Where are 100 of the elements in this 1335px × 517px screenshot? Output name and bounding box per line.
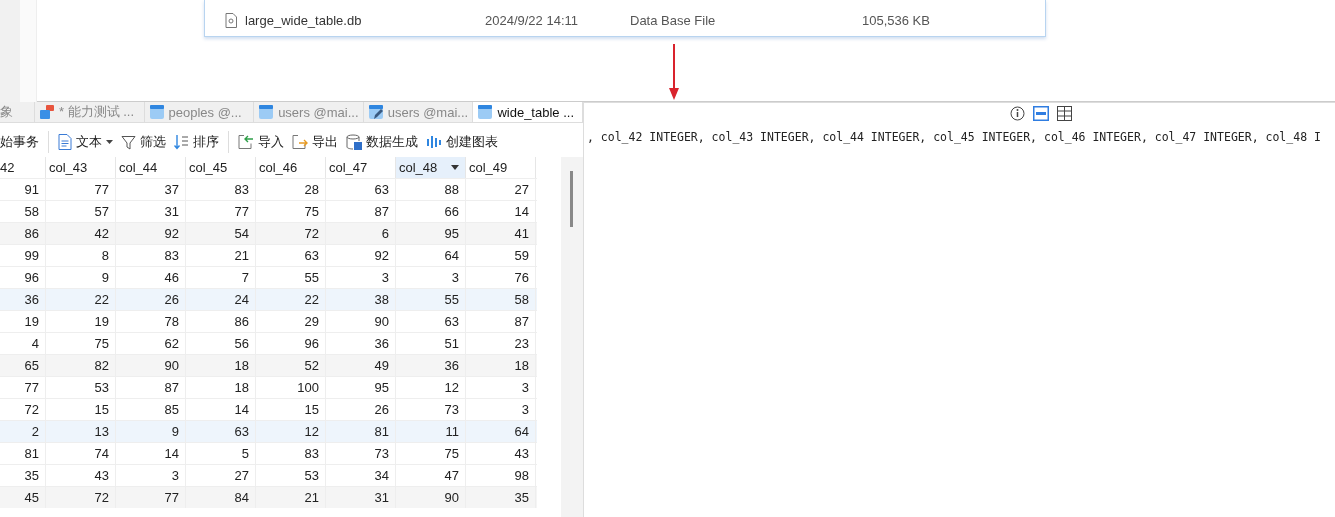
table-cell: 19 xyxy=(0,311,46,332)
table-cell: 2 xyxy=(0,421,46,442)
table-cell: 63 xyxy=(326,179,396,200)
toolbar-button[interactable]: 筛选 xyxy=(117,130,170,154)
table-cell: 92 xyxy=(326,245,396,266)
table-cell: 18 xyxy=(466,355,536,376)
table-cell: 77 xyxy=(0,377,46,398)
table-cell: 59 xyxy=(466,245,536,266)
column-header[interactable]: col_47 xyxy=(326,157,396,178)
table-row[interactable]: 86 42 92 54 72 6 95 41 xyxy=(0,222,537,244)
table-cell: 22 xyxy=(46,289,116,310)
table-row[interactable]: 65 82 90 18 52 49 36 18 xyxy=(0,354,537,376)
table-cell: 22 xyxy=(256,289,326,310)
table-cell: 12 xyxy=(396,377,466,398)
split-view-icon[interactable] xyxy=(1057,105,1072,121)
table-cell: 77 xyxy=(46,179,116,200)
table-cell: 95 xyxy=(326,377,396,398)
table-cell: 53 xyxy=(46,377,116,398)
table-cell: 43 xyxy=(466,443,536,464)
table-row[interactable]: 19 19 78 86 29 90 63 87 xyxy=(0,310,537,332)
table-icon xyxy=(477,104,494,120)
table-cell: 37 xyxy=(116,179,186,200)
toolbar-button[interactable]: 数据生成 xyxy=(342,130,422,154)
table-cell: 74 xyxy=(46,443,116,464)
toolbar-button[interactable]: 导入 xyxy=(234,130,288,154)
table-cell: 87 xyxy=(466,311,536,332)
file-icon xyxy=(225,12,237,28)
column-header[interactable]: col_43 xyxy=(46,157,116,178)
table-cell: 86 xyxy=(0,223,46,244)
scrollbar-thumb[interactable] xyxy=(570,171,573,227)
table-row[interactable]: 99 8 83 21 63 92 64 59 xyxy=(0,244,537,266)
table-cell: 24 xyxy=(186,289,256,310)
table-cell: 13 xyxy=(46,421,116,442)
table-cell: 63 xyxy=(256,245,326,266)
table-cell: 82 xyxy=(46,355,116,376)
table-cell: 99 xyxy=(0,245,46,266)
table-icon xyxy=(148,104,165,120)
table-cell: 11 xyxy=(396,421,466,442)
table-cell: 27 xyxy=(466,179,536,200)
table-cell: 45 xyxy=(0,487,46,508)
query-icon xyxy=(38,104,55,120)
table-cell: 28 xyxy=(256,179,326,200)
table-cell: 31 xyxy=(326,487,396,508)
table-cell: 90 xyxy=(326,311,396,332)
ddl-icon[interactable] xyxy=(1033,105,1049,121)
file-name: large_wide_table.db xyxy=(245,12,363,28)
table-cell: 55 xyxy=(396,289,466,310)
table-cell: 64 xyxy=(396,245,466,266)
chart-icon xyxy=(426,134,442,150)
table-cell: 88 xyxy=(396,179,466,200)
table-row[interactable]: 77 53 87 18 100 95 12 3 xyxy=(0,376,537,398)
info-icon[interactable] xyxy=(1010,105,1025,121)
toolbar-button[interactable]: 始事务 xyxy=(0,130,43,154)
table-icon xyxy=(258,104,275,120)
database-icon xyxy=(346,134,362,150)
table-cell: 8 xyxy=(46,245,116,266)
table-cell: 9 xyxy=(116,421,186,442)
sort-icon xyxy=(174,134,189,150)
table-cell: 95 xyxy=(396,223,466,244)
table-cell: 83 xyxy=(256,443,326,464)
table-cell: 83 xyxy=(116,245,186,266)
table-row[interactable]: 81 74 14 5 83 73 75 43 xyxy=(0,442,537,464)
column-header[interactable]: col_48 xyxy=(396,157,466,178)
table-cell: 81 xyxy=(0,443,46,464)
table-cell: 42 xyxy=(46,223,116,244)
column-header[interactable]: col_45 xyxy=(186,157,256,178)
table-cell: 75 xyxy=(396,443,466,464)
toolbar-button[interactable]: 导出 xyxy=(288,130,342,154)
table-cell: 72 xyxy=(46,487,116,508)
tab[interactable]: wide_table ... xyxy=(473,102,583,122)
table-cell: 73 xyxy=(326,443,396,464)
table-cell: 84 xyxy=(186,487,256,508)
file-type: Data Base File xyxy=(630,12,717,28)
table-cell: 6 xyxy=(326,223,396,244)
caret-icon[interactable] xyxy=(451,165,459,170)
table-cell: 18 xyxy=(186,355,256,376)
table-cell: 36 xyxy=(0,289,46,310)
table-row[interactable]: 45 72 77 84 21 31 90 35 xyxy=(0,486,537,508)
table-cell: 26 xyxy=(116,289,186,310)
table-row[interactable]: 36 22 26 24 22 38 55 58 xyxy=(0,288,537,310)
toolbar-button[interactable]: 创建图表 xyxy=(422,130,502,154)
down-arrow xyxy=(668,44,680,101)
table-cell: 49 xyxy=(326,355,396,376)
file-row[interactable]: large_wide_table.db 2024/9/22 14:11 Data Base File 105,536 KB xyxy=(205,10,1045,30)
toolbar-button[interactable]: 文本 xyxy=(54,130,117,154)
column-header[interactable]: 42 xyxy=(0,157,46,178)
column-header[interactable]: col_46 xyxy=(256,157,326,178)
toolbar-button[interactable]: 排序 xyxy=(170,130,223,154)
table-row[interactable]: 2 13 9 63 12 81 11 64 xyxy=(0,420,537,442)
column-header[interactable]: col_49 xyxy=(466,157,536,178)
table-cell: 91 xyxy=(0,179,46,200)
column-header[interactable]: col_44 xyxy=(116,157,186,178)
table-row[interactable]: 91 77 37 83 28 63 88 27 xyxy=(0,178,537,200)
table-cell: 90 xyxy=(396,487,466,508)
table-cell: 86 xyxy=(186,311,256,332)
table-cell: 36 xyxy=(396,355,466,376)
table-cell: 52 xyxy=(256,355,326,376)
table-cell: 90 xyxy=(116,355,186,376)
ddl-text: , col_42 INTEGER, col_43 INTEGER, col_44 INTEGER, col_45 INTEGER, col_46 INTEGER, col_47 INTEGER, col_48 I xyxy=(587,130,1322,144)
table-cell: 38 xyxy=(326,289,396,310)
